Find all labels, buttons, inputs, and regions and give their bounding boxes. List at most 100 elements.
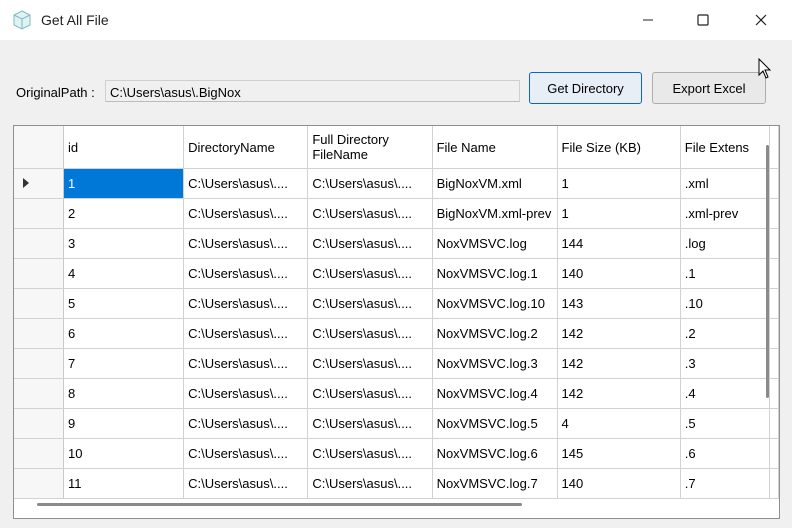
column-header[interactable]: File Size (KB) bbox=[557, 126, 681, 169]
row-header[interactable] bbox=[14, 288, 64, 319]
table-cell[interactable]: 140 bbox=[557, 258, 681, 289]
table-cell[interactable]: C:\Users\asus\.... bbox=[183, 168, 309, 199]
table-cell[interactable]: C:\Users\asus\.... bbox=[307, 198, 433, 229]
table-row[interactable]: 6 C:\Users\asus\.... C:\Users\asus\.... Nox… bbox=[14, 318, 779, 349]
table-row[interactable]: 11 C:\Users\asus\.... C:\Users\asus\.... No… bbox=[14, 468, 779, 499]
column-header[interactable]: File Name bbox=[432, 126, 558, 169]
table-cell[interactable]: C:\Users\asus\.... bbox=[183, 408, 309, 439]
table-cell[interactable]: 4 bbox=[63, 258, 185, 289]
table-cell[interactable]: C:\Users\asus\.... bbox=[307, 378, 433, 409]
export-excel-button[interactable]: Export Excel bbox=[652, 72, 766, 104]
table-cell[interactable]: 10 bbox=[63, 438, 185, 469]
table-cell[interactable]: C:\Users\asus\.... bbox=[307, 438, 433, 469]
table-cell[interactable]: 6 bbox=[63, 318, 185, 349]
table-cell[interactable]: C:\Users\asus\.... bbox=[183, 228, 309, 259]
table-cell[interactable]: C:\Users\asus\.... bbox=[183, 258, 309, 289]
row-header[interactable] bbox=[14, 318, 64, 349]
table-cell[interactable]: C:\Users\asus\.... bbox=[307, 408, 433, 439]
row-header[interactable] bbox=[14, 438, 64, 469]
row-header-corner[interactable] bbox=[14, 126, 64, 169]
column-header[interactable]: File Extens bbox=[680, 126, 771, 169]
original-path-field[interactable]: C:\Users\asus\.BigNox bbox=[105, 80, 520, 102]
horizontal-scrollbar[interactable] bbox=[37, 503, 522, 506]
row-header[interactable] bbox=[14, 258, 64, 289]
table-cell[interactable]: NoxVMSVC.log.1 bbox=[432, 258, 558, 289]
row-header[interactable] bbox=[14, 468, 64, 499]
row-header[interactable] bbox=[14, 408, 64, 439]
table-cell[interactable]: C:\Users\asus\.... bbox=[183, 468, 309, 499]
table-cell[interactable]: .xml-prev bbox=[680, 198, 771, 229]
table-cell[interactable]: NoxVMSVC.log.4 bbox=[432, 378, 558, 409]
table-cell[interactable]: 1 bbox=[63, 168, 185, 199]
table-cell[interactable]: C:\Users\asus\.... bbox=[307, 168, 433, 199]
table-cell[interactable]: 2 bbox=[63, 198, 185, 229]
table-cell[interactable]: NoxVMSVC.log.5 bbox=[432, 408, 558, 439]
table-cell[interactable]: .log bbox=[680, 228, 771, 259]
table-cell[interactable]: C:\Users\asus\.... bbox=[307, 288, 433, 319]
table-cell[interactable]: 11 bbox=[63, 468, 185, 499]
table-cell[interactable]: 3 bbox=[63, 228, 185, 259]
table-cell[interactable]: C:\Users\asus\.... bbox=[183, 198, 309, 229]
table-cell[interactable]: NoxVMSVC.log.2 bbox=[432, 318, 558, 349]
table-cell[interactable]: 5 bbox=[63, 288, 185, 319]
table-row[interactable]: 5 C:\Users\asus\.... C:\Users\asus\.... Nox… bbox=[14, 288, 779, 319]
row-header[interactable] bbox=[14, 168, 64, 199]
close-button[interactable] bbox=[738, 0, 784, 40]
table-cell[interactable]: C:\Users\asus\.... bbox=[307, 468, 433, 499]
table-cell[interactable]: .5 bbox=[680, 408, 771, 439]
table-cell[interactable]: 7 bbox=[63, 348, 185, 379]
column-header[interactable]: Full Directory FileName bbox=[307, 126, 433, 169]
table-row[interactable]: 3 C:\Users\asus\.... C:\Users\asus\.... Nox… bbox=[14, 228, 779, 259]
table-cell[interactable]: NoxVMSVC.log.3 bbox=[432, 348, 558, 379]
table-cell[interactable]: C:\Users\asus\.... bbox=[183, 348, 309, 379]
table-cell[interactable]: .7 bbox=[680, 468, 771, 499]
table-row[interactable]: 4 C:\Users\asus\.... C:\Users\asus\.... Nox… bbox=[14, 258, 779, 289]
table-cell[interactable]: NoxVMSVC.log bbox=[432, 228, 558, 259]
table-cell[interactable]: NoxVMSVC.log.10 bbox=[432, 288, 558, 319]
table-cell[interactable]: 143 bbox=[557, 288, 681, 319]
table-cell[interactable]: C:\Users\asus\.... bbox=[307, 228, 433, 259]
row-header[interactable] bbox=[14, 228, 64, 259]
table-cell[interactable]: 8 bbox=[63, 378, 185, 409]
row-header[interactable] bbox=[14, 348, 64, 379]
table-row[interactable]: 1 C:\Users\asus\.... C:\Users\asus\.... Big… bbox=[14, 168, 779, 199]
table-cell[interactable]: 140 bbox=[557, 468, 681, 499]
table-row[interactable]: 8 C:\Users\asus\.... C:\Users\asus\.... Nox… bbox=[14, 378, 779, 409]
table-cell[interactable]: 9 bbox=[63, 408, 185, 439]
table-cell[interactable]: NoxVMSVC.log.6 bbox=[432, 438, 558, 469]
table-cell[interactable]: .2 bbox=[680, 318, 771, 349]
maximize-button[interactable] bbox=[680, 0, 726, 40]
get-directory-button[interactable]: Get Directory bbox=[529, 72, 642, 104]
table-cell[interactable]: C:\Users\asus\.... bbox=[307, 348, 433, 379]
table-cell[interactable]: 144 bbox=[557, 228, 681, 259]
table-cell[interactable]: 142 bbox=[557, 348, 681, 379]
table-cell[interactable]: C:\Users\asus\.... bbox=[183, 438, 309, 469]
table-row[interactable]: 10 C:\Users\asus\.... C:\Users\asus\.... No… bbox=[14, 438, 779, 469]
row-header[interactable] bbox=[14, 198, 64, 229]
table-cell[interactable]: C:\Users\asus\.... bbox=[183, 318, 309, 349]
table-cell[interactable]: BigNoxVM.xml bbox=[432, 168, 558, 199]
data-grid[interactable]: id DirectoryName Full Directory FileName Fi… bbox=[13, 125, 780, 519]
table-cell[interactable]: .1 bbox=[680, 258, 771, 289]
table-cell[interactable]: .10 bbox=[680, 288, 771, 319]
table-cell[interactable]: .xml bbox=[680, 168, 771, 199]
table-cell[interactable]: 1 bbox=[557, 168, 681, 199]
table-cell[interactable]: .6 bbox=[680, 438, 771, 469]
table-cell[interactable]: BigNoxVM.xml-prev bbox=[432, 198, 558, 229]
table-cell[interactable]: C:\Users\asus\.... bbox=[183, 378, 309, 409]
table-row[interactable]: 9 C:\Users\asus\.... C:\Users\asus\.... Nox… bbox=[14, 408, 779, 439]
table-cell[interactable]: C:\Users\asus\.... bbox=[307, 318, 433, 349]
table-cell[interactable]: C:\Users\asus\.... bbox=[183, 288, 309, 319]
table-cell[interactable]: C:\Users\asus\.... bbox=[307, 258, 433, 289]
vertical-scrollbar[interactable] bbox=[766, 145, 769, 398]
table-cell[interactable]: 142 bbox=[557, 318, 681, 349]
table-cell[interactable]: .3 bbox=[680, 348, 771, 379]
table-cell[interactable]: .4 bbox=[680, 378, 771, 409]
table-row[interactable]: 7 C:\Users\asus\.... C:\Users\asus\.... Nox… bbox=[14, 348, 779, 379]
table-cell[interactable]: 4 bbox=[557, 408, 681, 439]
row-header[interactable] bbox=[14, 378, 64, 409]
column-header[interactable]: id bbox=[63, 126, 185, 169]
table-cell[interactable]: NoxVMSVC.log.7 bbox=[432, 468, 558, 499]
table-row[interactable]: 2 C:\Users\asus\.... C:\Users\asus\.... Big… bbox=[14, 198, 779, 229]
minimize-button[interactable] bbox=[625, 0, 671, 40]
